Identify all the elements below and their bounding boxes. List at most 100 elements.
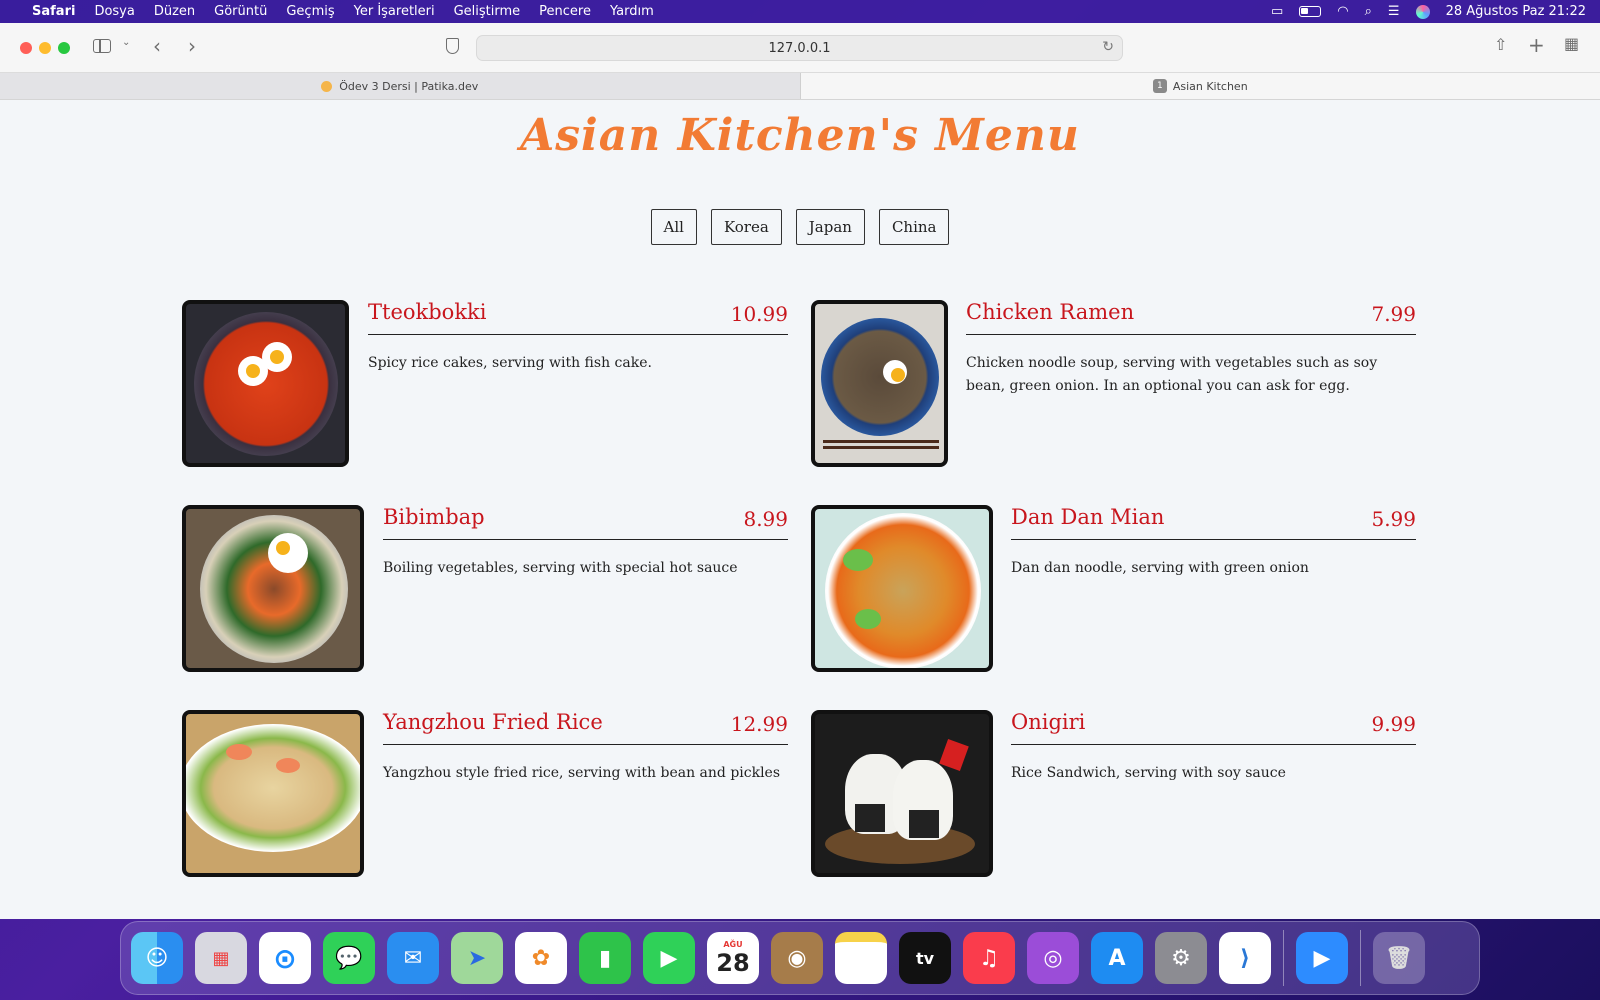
menu-window[interactable]: Pencere (539, 4, 591, 19)
item-header: Dan Dan Mian 5.99 (1011, 505, 1416, 540)
reload-icon[interactable]: ↻ (1102, 39, 1114, 55)
control-center-icon[interactable]: ☰ (1388, 4, 1400, 19)
filter-japan-button[interactable]: Japan (795, 209, 865, 245)
messages-icon[interactable]: 💬 (323, 932, 375, 984)
item-description: Rice Sandwich, serving with soy sauce (1011, 765, 1286, 781)
menu-edit[interactable]: Düzen (154, 4, 195, 19)
menu-develop[interactable]: Geliştirme (454, 4, 521, 19)
vscode-icon[interactable]: ⟩ (1219, 932, 1271, 984)
trash-icon[interactable]: 🗑 (1373, 932, 1425, 984)
close-window-button[interactable] (20, 42, 32, 54)
dock-separator (1283, 930, 1284, 986)
onigiri-photo (811, 710, 993, 877)
minimize-window-button[interactable] (39, 42, 51, 54)
macos-menu-bar: Safari Dosya Düzen Görüntü Geçmiş Yer İş… (0, 0, 1600, 23)
filter-korea-button[interactable]: Korea (710, 209, 782, 245)
maps-icon[interactable]: ➤ (451, 932, 503, 984)
calendar-month: AĞU (723, 939, 743, 949)
tteokbokki-photo (182, 300, 349, 467)
screen-mirroring-icon[interactable]: ▭ (1271, 4, 1283, 19)
tab-overview-icon[interactable]: ▦ (1564, 34, 1579, 53)
patika-favicon-icon (321, 80, 333, 92)
address-bar[interactable]: 127.0.0.1 ↻ (476, 35, 1123, 61)
mail-icon[interactable]: ✉ (387, 932, 439, 984)
chicken-ramen-photo (811, 300, 948, 467)
music-icon[interactable]: ♫ (963, 932, 1015, 984)
item-name: Dan Dan Mian (1011, 505, 1165, 529)
filter-all-button[interactable]: All (650, 209, 697, 245)
apple-tv-icon[interactable]: tv (899, 932, 951, 984)
new-tab-icon[interactable]: + (1528, 33, 1545, 57)
item-description: Dan dan noodle, serving with green onion (1011, 560, 1309, 576)
system-settings-icon[interactable]: ⚙ (1155, 932, 1207, 984)
podcasts-icon[interactable]: ◎ (1027, 932, 1079, 984)
battery-icon[interactable] (1299, 6, 1322, 17)
apple-tv-label: tv (915, 948, 935, 968)
tab-asian-kitchen[interactable]: 1 Asian Kitchen (800, 73, 1600, 99)
facetime-icon[interactable]: ▶ (643, 932, 695, 984)
menu-clock[interactable]: 28 Ağustos Paz 21:22 (1446, 4, 1586, 19)
item-name: Chicken Ramen (966, 300, 1135, 324)
forward-arrow-icon[interactable]: › (188, 34, 196, 58)
item-name: Yangzhou Fried Rice (383, 710, 603, 734)
filter-china-button[interactable]: China (878, 209, 950, 245)
share-icon[interactable]: ⇧ (1494, 35, 1507, 54)
contacts-icon[interactable]: ◉ (771, 932, 823, 984)
finder-icon[interactable]: ☺ (131, 932, 183, 984)
address-text: 127.0.0.1 (768, 40, 831, 56)
item-name: Tteokbokki (368, 300, 487, 324)
menu-page: Asian Kitchen's Menu All Korea Japan Chi… (0, 100, 1600, 919)
fried-rice-photo (182, 710, 364, 877)
safari-window: ⌄ ‹ › 127.0.0.1 ↻ ⇧ + ▦ Ödev 3 Dersi | P… (0, 23, 1600, 919)
item-price: 10.99 (730, 302, 788, 326)
tab-label: Ödev 3 Dersi | Patika.dev (339, 79, 479, 93)
menu-app-name[interactable]: Safari (32, 4, 75, 19)
item-price: 9.99 (1371, 712, 1416, 736)
item-description: Boiling vegetables, serving with special… (383, 560, 738, 576)
item-price: 12.99 (730, 712, 788, 736)
category-filters: All Korea Japan China (0, 209, 1600, 245)
browser-toolbar: ⌄ ‹ › 127.0.0.1 ↻ ⇧ + ▦ (0, 23, 1600, 73)
item-header: Onigiri 9.99 (1011, 710, 1416, 745)
tab-patika[interactable]: Ödev 3 Dersi | Patika.dev (0, 73, 801, 99)
item-header: Chicken Ramen 7.99 (966, 300, 1416, 335)
zoom-window-button[interactable] (58, 42, 70, 54)
tab-number-badge: 1 (1152, 79, 1167, 93)
menu-help[interactable]: Yardım (610, 4, 654, 19)
menu-view[interactable]: Görüntü (214, 4, 267, 19)
item-description: Chicken noodle soup, serving with vegeta… (966, 355, 1378, 394)
menu-history[interactable]: Geçmiş (286, 4, 334, 19)
sidebar-toggle-icon[interactable] (93, 39, 111, 53)
chevron-down-icon[interactable]: ⌄ (122, 37, 130, 48)
back-arrow-icon[interactable]: ‹ (153, 34, 161, 58)
item-price: 7.99 (1371, 302, 1416, 326)
tab-bar: Ödev 3 Dersi | Patika.dev 1 Asian Kitche… (0, 73, 1600, 100)
item-price: 5.99 (1371, 507, 1416, 531)
wifi-icon[interactable]: ◠ (1337, 4, 1348, 19)
calendar-day: 28 (716, 948, 750, 977)
item-description: Yangzhou style fried rice, serving with … (383, 765, 781, 781)
calendar-icon[interactable]: AĞU 28 (707, 932, 759, 984)
photos-icon[interactable]: ✿ (515, 932, 567, 984)
siri-icon[interactable] (1415, 4, 1430, 19)
bibimbap-photo (182, 505, 364, 672)
menu-file[interactable]: Dosya (94, 4, 134, 19)
privacy-shield-icon[interactable] (446, 38, 459, 54)
app-store-icon[interactable]: A (1091, 932, 1143, 984)
launchpad-icon[interactable]: ▦ (195, 932, 247, 984)
notes-icon[interactable] (835, 932, 887, 984)
item-description: Spicy rice cakes, serving with fish cake… (368, 355, 652, 371)
numbers-icon[interactable]: ▮ (579, 932, 631, 984)
item-header: Bibimbap 8.99 (383, 505, 788, 540)
dock-separator (1360, 930, 1361, 986)
zoom-app-icon[interactable]: ▶ (1296, 932, 1348, 984)
dan-dan-mian-photo (811, 505, 993, 672)
item-price: 8.99 (743, 507, 788, 531)
item-name: Bibimbap (383, 505, 485, 529)
menu-bookmarks[interactable]: Yer İşaretleri (354, 4, 435, 19)
safari-icon[interactable]: ⊙ (259, 932, 311, 984)
tab-label: Asian Kitchen (1172, 79, 1248, 93)
page-title: Asian Kitchen's Menu (520, 110, 1080, 161)
spotlight-search-icon[interactable]: ⌕ (1365, 4, 1372, 19)
item-header: Tteokbokki 10.99 (368, 300, 788, 335)
